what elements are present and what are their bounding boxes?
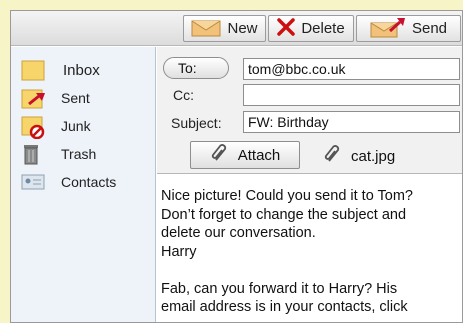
message-header: To: tom@bbc.co.uk Cc: Subject: FW: Birth… — [157, 47, 462, 174]
subject-label: Subject: — [171, 115, 222, 131]
sidebar-item-junk[interactable]: Junk — [11, 113, 156, 140]
sent-folder-icon — [21, 87, 45, 109]
message-body[interactable]: Nice picture! Could you send it to Tom? … — [161, 187, 461, 322]
new-button-label: New — [227, 20, 258, 37]
sidebar-item-label: Inbox — [63, 61, 100, 79]
subject-field[interactable]: FW: Birthday — [243, 111, 460, 133]
send-envelope-icon — [370, 16, 406, 42]
attach-button[interactable]: Attach — [190, 141, 300, 169]
sidebar-item-contacts[interactable]: Contacts — [11, 169, 156, 195]
attachment-filename: cat.jpg — [351, 147, 396, 165]
compose-pane: To: tom@bbc.co.uk Cc: Subject: FW: Birth… — [157, 47, 462, 322]
sidebar-item-label: Contacts — [61, 174, 117, 190]
contacts-icon — [21, 171, 45, 193]
sidebar-item-label: Trash — [61, 146, 97, 162]
cc-label: Cc: — [173, 87, 194, 103]
sidebar-item-sent[interactable]: Sent — [11, 85, 156, 111]
mail-window: New Delete Send Inbox Sent Junk Trash Co… — [10, 10, 463, 323]
sidebar-item-label: Sent — [61, 90, 90, 106]
cc-field[interactable] — [243, 84, 460, 106]
folder-sidebar: Inbox Sent Junk Trash Contacts — [11, 47, 156, 322]
attach-button-label: Attach — [237, 146, 281, 164]
delete-button-label: Delete — [301, 20, 345, 37]
send-button-label: Send — [411, 20, 448, 37]
sidebar-item-label: Junk — [61, 118, 91, 134]
red-x-icon — [277, 17, 296, 40]
send-button[interactable]: Send — [356, 15, 461, 42]
envelope-icon — [191, 17, 221, 41]
junk-folder-icon — [21, 115, 45, 140]
folder-icon — [21, 59, 45, 81]
delete-button[interactable]: Delete — [268, 15, 354, 42]
sidebar-item-trash[interactable]: Trash — [11, 141, 156, 167]
sidebar-item-inbox[interactable]: Inbox — [11, 57, 156, 83]
paperclip-icon — [210, 143, 230, 167]
new-button[interactable]: New — [183, 15, 266, 42]
trash-icon — [21, 143, 45, 165]
toolbar: New Delete Send — [11, 11, 462, 46]
to-field[interactable]: tom@bbc.co.uk — [243, 58, 460, 80]
paperclip-icon — [323, 144, 343, 168]
attachment-item[interactable]: cat.jpg — [323, 145, 395, 167]
to-button[interactable]: To: — [163, 57, 229, 79]
